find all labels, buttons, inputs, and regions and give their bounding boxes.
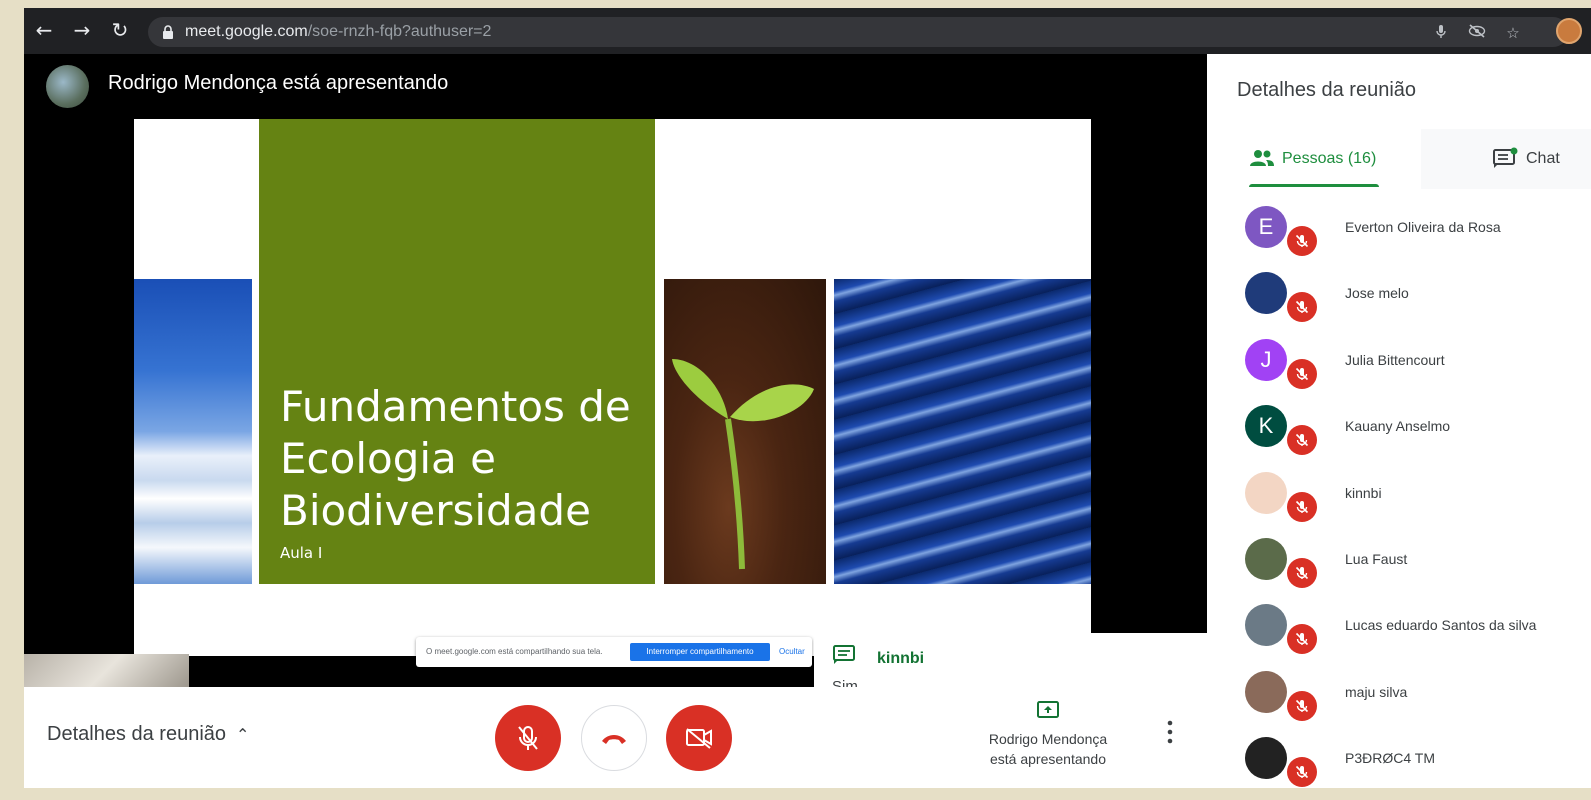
forward-arrow-icon[interactable]: →: [70, 18, 94, 42]
participant-row[interactable]: P3ÐRØC4 TM: [1207, 725, 1591, 788]
meeting-details-toggle[interactable]: Detalhes da reunião ⌃: [47, 723, 249, 746]
participant-name: maju silva: [1345, 683, 1408, 700]
presenter-avatar: [46, 65, 89, 108]
presentation-slide: Fundamentos de Ecologia e Biodiversidade…: [134, 119, 1091, 656]
microphone-toggle-button[interactable]: [495, 705, 561, 771]
hang-up-button[interactable]: [581, 705, 647, 771]
participant-name: Lua Faust: [1345, 550, 1408, 567]
chat-icon: [1493, 147, 1518, 168]
browser-toolbar: ← → ↻ meet.google.com/soe-rnzh-fqb?authu…: [24, 8, 1591, 54]
participant-name: Jose melo: [1345, 285, 1409, 302]
url-path: /soe-rnzh-fqb?authuser=2: [307, 23, 492, 40]
phone-hangup-icon: [602, 735, 626, 744]
participant-avatar: [1245, 471, 1287, 514]
participant-row[interactable]: Lucas eduardo Santos da silva: [1207, 592, 1591, 658]
participant-avatar: [1245, 670, 1287, 713]
lock-icon: [163, 25, 173, 39]
participant-avatar: [1245, 604, 1287, 647]
tab-chat-label: Chat: [1526, 150, 1560, 167]
participant-name: Everton Oliveira da Rosa: [1345, 219, 1501, 235]
share-notice-text: O meet.google.com está compartilhando su…: [426, 647, 603, 656]
microphone-muted-icon: [1287, 358, 1317, 389]
microphone-off-icon: [518, 726, 538, 750]
participant-name: P3ÐRØC4 TM: [1345, 750, 1435, 767]
chevron-up-icon: ⌃: [236, 725, 250, 744]
profile-avatar[interactable]: [1556, 18, 1582, 44]
participant-row[interactable]: J Julia Bittencourt: [1207, 327, 1591, 393]
participant-row[interactable]: E Everton Oliveira da Rosa: [1207, 194, 1591, 260]
microphone-muted-icon: [1287, 690, 1317, 721]
microphone-muted-icon: [1287, 292, 1317, 323]
address-bar[interactable]: meet.google.com/soe-rnzh-fqb?authuser=2 …: [148, 17, 1568, 47]
participant-name: Julia Bittencourt: [1345, 351, 1445, 368]
presenter-banner: Rodrigo Mendonça está apresentando: [108, 72, 449, 94]
microphone-muted-icon: [1287, 757, 1317, 788]
url-host: meet.google.com: [185, 23, 308, 40]
eye-slash-icon[interactable]: [1468, 24, 1486, 42]
seedling-image: [664, 279, 826, 584]
present-now-button[interactable]: Rodrigo Mendonça está apresentando: [974, 701, 1122, 769]
back-arrow-icon[interactable]: ←: [32, 18, 56, 42]
participant-row[interactable]: kinnbi: [1207, 460, 1591, 526]
participant-avatar: E: [1245, 206, 1287, 248]
presenting-status: Rodrigo Mendonça está apresentando: [988, 731, 1108, 767]
chat-sender: kinnbi: [877, 650, 925, 667]
participant-row[interactable]: K Kauany Anselmo: [1207, 393, 1591, 459]
meeting-details-label: Detalhes da reunião: [47, 723, 227, 745]
url-text: meet.google.com/soe-rnzh-fqb?authuser=2: [185, 23, 491, 41]
active-tab-indicator: [1249, 184, 1379, 187]
participant-row[interactable]: maju silva: [1207, 659, 1591, 725]
people-icon: [1250, 150, 1274, 166]
more-options-icon[interactable]: [1165, 719, 1175, 745]
microphone-muted-icon: [1287, 624, 1317, 655]
hide-notice-link[interactable]: Ocultar: [779, 647, 805, 656]
microphone-indicator-icon[interactable]: [1432, 24, 1450, 42]
participant-row[interactable]: Lua Faust: [1207, 526, 1591, 592]
microphone-muted-icon: [1287, 557, 1317, 588]
participant-avatar: [1245, 537, 1287, 580]
screen-share-notice: O meet.google.com está compartilhando su…: [416, 637, 812, 667]
microphone-muted-icon: [1287, 491, 1317, 522]
reload-icon[interactable]: ↻: [108, 18, 132, 42]
tab-chat[interactable]: Chat: [1421, 129, 1591, 189]
microphone-muted-icon: [1287, 226, 1317, 256]
water-waves-image: [834, 279, 1091, 584]
self-video-tile[interactable]: [24, 654, 189, 687]
camera-toggle-button[interactable]: [666, 705, 732, 771]
participant-avatar: [1245, 737, 1287, 780]
participant-name: Kauany Anselmo: [1345, 418, 1451, 435]
meeting-details-panel: Detalhes da reunião Pessoas (16) Chat E …: [1207, 54, 1591, 788]
tab-people-label: Pessoas (16): [1282, 150, 1377, 167]
participant-name: Lucas eduardo Santos da silva: [1345, 617, 1537, 634]
participant-avatar: [1245, 272, 1287, 315]
panel-title: Detalhes da reunião: [1237, 79, 1417, 101]
slide-title: Fundamentos de Ecologia e Biodiversidade: [280, 382, 631, 535]
microphone-muted-icon: [1287, 425, 1317, 456]
tab-people[interactable]: Pessoas (16): [1207, 129, 1421, 189]
sky-clouds-image: [134, 279, 252, 584]
chat-message-icon: [833, 645, 855, 664]
participant-avatar: J: [1245, 338, 1287, 381]
star-bookmark-icon[interactable]: ☆: [1504, 24, 1522, 42]
present-screen-icon: [1037, 701, 1059, 718]
meet-window: ← → ↻ meet.google.com/soe-rnzh-fqb?authu…: [24, 8, 1591, 788]
meeting-stage: Rodrigo Mendonça está apresentando Funda…: [24, 54, 1207, 710]
slide-subtitle: Aula I: [280, 544, 323, 562]
participant-avatar: K: [1245, 405, 1287, 448]
stop-sharing-button[interactable]: Interromper compartilhamento: [630, 643, 770, 661]
participant-row[interactable]: Jose melo: [1207, 260, 1591, 326]
participant-name: kinnbi: [1345, 484, 1382, 501]
camera-off-icon: [686, 728, 712, 749]
participants-list: E Everton Oliveira da Rosa Jose melo J Julia…: [1207, 194, 1591, 788]
meeting-controls: Detalhes da reunião ⌃ Rodrigo Mendonça e…: [24, 687, 1207, 788]
